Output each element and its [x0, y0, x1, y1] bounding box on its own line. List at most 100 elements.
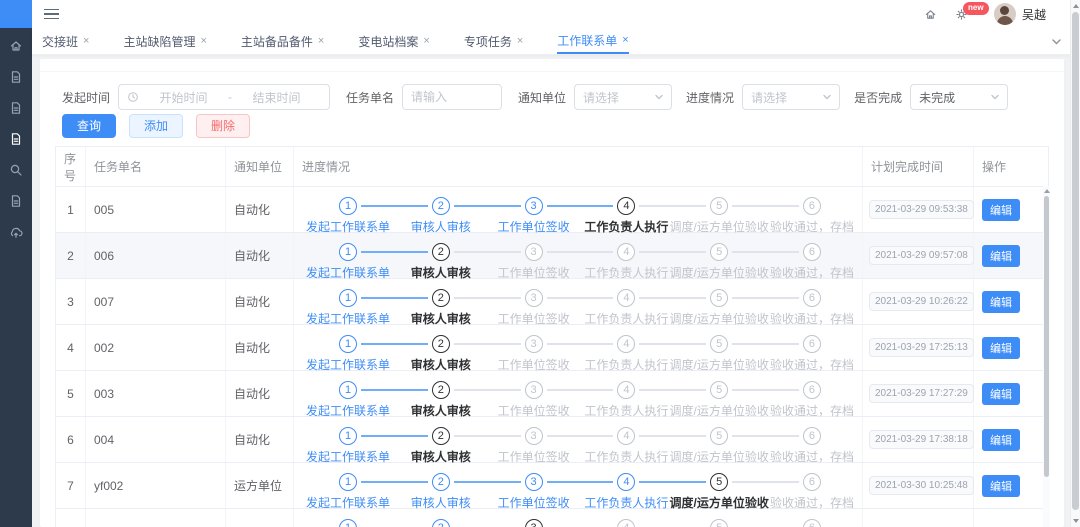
task-name-input[interactable] — [402, 84, 502, 110]
hamburger-menu-icon[interactable] — [44, 9, 59, 20]
tab[interactable]: 交接班 × — [42, 28, 89, 54]
tab[interactable]: 工作联系单 × — [557, 28, 628, 54]
step-2: 2审核人审核 — [432, 519, 525, 527]
progress-select[interactable]: 请选择 — [742, 84, 840, 110]
document-icon — [9, 101, 23, 115]
step-circle: 2 — [432, 289, 450, 307]
tab-close-icon[interactable]: × — [83, 35, 89, 47]
step-3: 3工作单位签收 — [525, 473, 618, 491]
tab-close-icon[interactable]: × — [622, 34, 628, 46]
user-name[interactable]: 吴越 — [1022, 6, 1046, 23]
tab-label: 变电站档案 — [358, 33, 418, 50]
add-button[interactable]: 添加 — [129, 114, 183, 138]
settings-gear-icon[interactable]: new — [955, 8, 968, 21]
page-scrollbar-thumb[interactable] — [1072, 12, 1079, 510]
step-circle: 5 — [710, 197, 728, 215]
col-plan-time: 计划完成时间 — [863, 147, 974, 186]
completed-select[interactable]: 未完成 — [910, 84, 1008, 110]
step-label: 调度/运方单位验收 — [670, 218, 769, 235]
tab-close-icon[interactable]: × — [517, 35, 523, 47]
sidebar-item-home-0[interactable] — [0, 30, 32, 61]
content-card: 发起时间 开始时间 - 结束时间 任务单名 通知单位 请选择 进度情况 — [40, 59, 1064, 527]
edit-button[interactable]: 编辑 — [982, 383, 1020, 405]
edit-button[interactable]: 编辑 — [982, 337, 1020, 359]
step-1: 1发起工作联系单 — [339, 427, 432, 445]
edit-button[interactable]: 编辑 — [982, 245, 1020, 267]
step-connector — [639, 251, 706, 253]
tab[interactable]: 变电站档案 × — [358, 28, 429, 54]
row-seq: 6 — [67, 433, 74, 447]
tab-label: 工作联系单 — [557, 32, 617, 49]
step-connector — [361, 435, 428, 437]
plan-time-value: 2021-03-29 17:38:18 — [869, 430, 974, 449]
scroll-up-arrow-icon[interactable] — [1073, 4, 1079, 8]
tab-close-icon[interactable]: × — [423, 35, 429, 47]
row-notify-unit: 自动化 — [234, 293, 270, 310]
sidebar-item-document-1[interactable] — [0, 61, 32, 92]
edit-button[interactable]: 编辑 — [982, 199, 1020, 221]
step-circle: 1 — [339, 473, 357, 491]
step-circle: 5 — [710, 427, 728, 445]
chevron-down-icon — [654, 92, 664, 102]
date-range-picker[interactable]: 开始时间 - 结束时间 — [118, 84, 330, 110]
notify-unit-select[interactable]: 请选择 — [574, 84, 672, 110]
step-3: 3工作单位签收 — [525, 519, 618, 527]
step-circle: 1 — [339, 289, 357, 307]
step-4: 4工作负责人执行 — [617, 197, 710, 215]
step-label: 工作负责人执行 — [584, 310, 668, 327]
step-label: 审核人审核 — [411, 310, 471, 327]
scroll-down-arrow-icon[interactable] — [1073, 519, 1079, 523]
tab[interactable]: 主站缺陷管理 × — [123, 28, 206, 54]
step-label: 验收通过，存档 — [770, 494, 854, 511]
sidebar-item-document-3[interactable] — [0, 123, 32, 154]
search-button[interactable]: 查询 — [62, 114, 116, 138]
progress-steps: 1发起工作联系单2审核人审核3工作单位签收4工作负责人执行5调度/运方单位验收6… — [294, 381, 862, 399]
step-circle: 1 — [339, 335, 357, 353]
step-label: 工作单位签收 — [498, 218, 570, 235]
step-4: 4工作负责人执行 — [617, 289, 710, 307]
step-connector — [547, 389, 614, 391]
step-label: 验收通过，存档 — [770, 356, 854, 373]
table-scrollbar-thumb[interactable] — [1044, 196, 1049, 477]
step-4: 4工作负责人执行 — [617, 473, 710, 491]
step-3: 3工作单位签收 — [525, 197, 618, 215]
step-5: 5调度/运方单位验收 — [710, 427, 803, 445]
step-circle: 6 — [803, 473, 821, 491]
tab[interactable]: 专项任务 × — [464, 28, 523, 54]
step-circle: 5 — [710, 335, 728, 353]
step-label: 工作单位签收 — [498, 402, 570, 419]
tab-list-chevron-down-icon[interactable] — [1051, 28, 1062, 54]
sidebar-item-cloud-upload-6[interactable] — [0, 216, 32, 247]
sidebar-item-document-2[interactable] — [0, 92, 32, 123]
sidebar-item-search-4[interactable] — [0, 154, 32, 185]
tab[interactable]: 主站备品备件 × — [241, 28, 324, 54]
step-connector — [639, 481, 706, 483]
step-6: 6验收通过，存档 — [803, 519, 821, 527]
card-divider — [40, 71, 1064, 72]
date-start-placeholder: 开始时间 — [139, 89, 228, 106]
step-3: 3工作单位签收 — [525, 381, 618, 399]
step-connector — [361, 343, 428, 345]
home-icon[interactable] — [924, 8, 937, 21]
edit-button[interactable]: 编辑 — [982, 429, 1020, 451]
tab-close-icon[interactable]: × — [200, 35, 206, 47]
document-icon — [9, 194, 23, 208]
step-5: 5调度/运方单位验收 — [710, 289, 803, 307]
step-circle: 6 — [803, 335, 821, 353]
chevron-down-icon — [822, 92, 832, 102]
tab-close-icon[interactable]: × — [318, 35, 324, 47]
date-end-placeholder: 结束时间 — [232, 89, 321, 106]
action-buttons: 查询 添加 删除 — [62, 114, 1049, 138]
step-label: 发起工作联系单 — [306, 218, 390, 235]
user-avatar[interactable] — [994, 3, 1016, 25]
step-connector — [361, 205, 428, 207]
edit-button[interactable]: 编辑 — [982, 291, 1020, 313]
row-seq: 5 — [67, 387, 74, 401]
scroll-up-arrow-icon[interactable] — [1044, 189, 1050, 193]
delete-button[interactable]: 删除 — [196, 114, 250, 138]
sidebar-item-document-5[interactable] — [0, 185, 32, 216]
edit-button[interactable]: 编辑 — [982, 475, 1020, 497]
step-circle: 3 — [525, 427, 543, 445]
progress-steps: 1发起工作联系单2审核人审核3工作单位签收4工作负责人执行5调度/运方单位验收6… — [294, 335, 862, 353]
task-name-label: 任务单名 — [346, 89, 394, 106]
